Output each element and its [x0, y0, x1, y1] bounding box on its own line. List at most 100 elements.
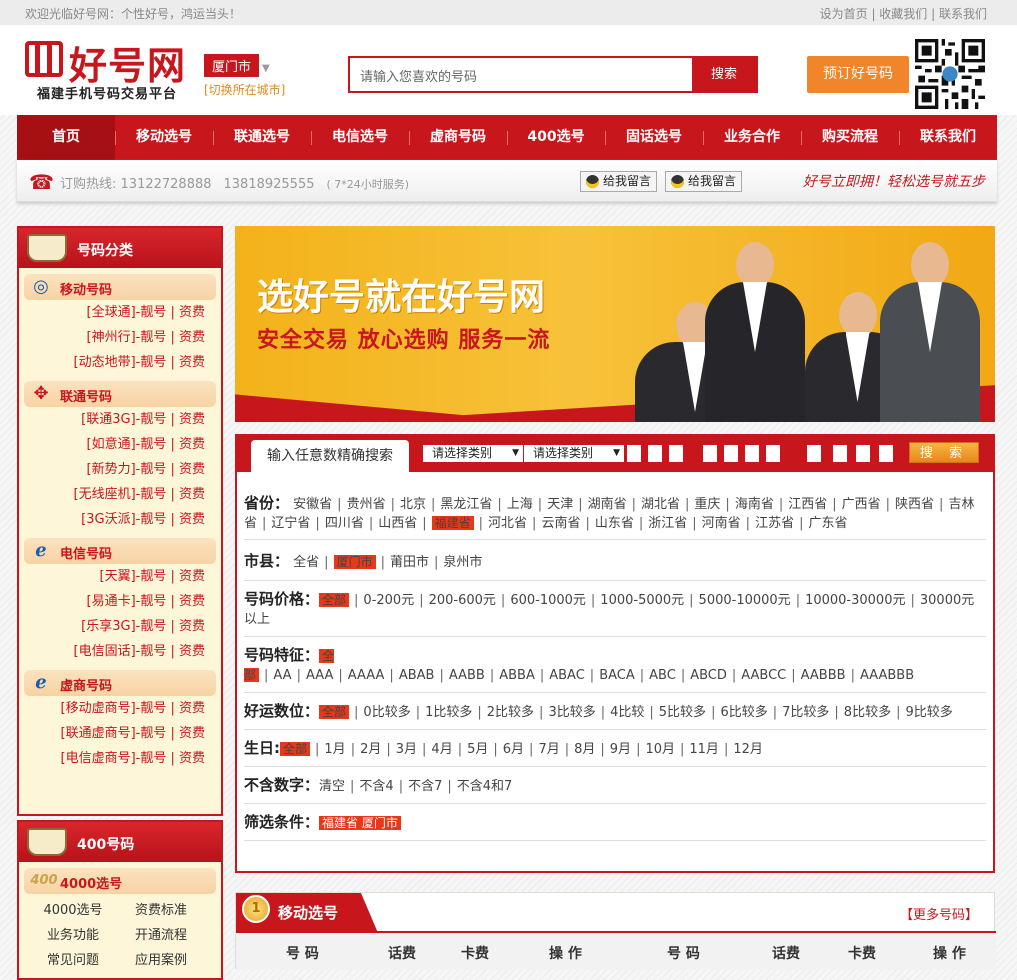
filter-option[interactable]: 黑龙江省 [440, 497, 492, 512]
filter-option[interactable]: 10000-30000元 [805, 593, 905, 608]
filter-option[interactable]: 4月 [431, 742, 452, 757]
set-homepage-link[interactable]: 设为首页 [820, 7, 868, 21]
sidebar-item[interactable]: [联通3G]-靓号 | 资费 [19, 407, 221, 432]
digit-input[interactable] [669, 445, 683, 462]
book-number-button[interactable]: 预订好号码 [807, 56, 909, 93]
filter-option[interactable]: ABCD [690, 668, 727, 683]
filter-option[interactable]: 福建省 [431, 516, 474, 530]
link-tariff[interactable]: 资费标准 [117, 898, 205, 923]
sidebar-item[interactable]: [如意通]-靓号 | 资费 [19, 432, 221, 457]
filter-option[interactable]: 四川省 [325, 516, 364, 531]
filter-option[interactable]: 莆田市 [390, 555, 429, 570]
link-activation[interactable]: 开通流程 [117, 923, 205, 948]
filter-option[interactable]: 8月 [574, 742, 595, 757]
filter-option[interactable]: AAA [306, 668, 333, 683]
digit-input[interactable] [745, 445, 759, 462]
filter-option[interactable]: 广西省 [842, 497, 881, 512]
filter-option[interactable]: 泉州市 [443, 555, 482, 570]
link-cases[interactable]: 应用案例 [117, 948, 205, 973]
filter-option[interactable]: 不含4和7 [457, 779, 513, 794]
filter-option[interactable]: 清空 [319, 779, 345, 794]
filter-option[interactable]: ABAB [399, 668, 435, 683]
filter-option[interactable]: 200-600元 [429, 593, 496, 608]
bookmark-link[interactable]: 收藏我们 [879, 7, 927, 21]
filter-option[interactable]: 广东省 [808, 516, 847, 531]
active-condition[interactable]: 福建省 厦门市 [319, 816, 401, 830]
nav-mobile[interactable]: 移动选号 [115, 115, 213, 160]
digit-input[interactable] [856, 445, 870, 462]
filter-option[interactable]: 2比较多 [487, 705, 534, 720]
filter-option[interactable]: BACA [599, 668, 635, 683]
nav-cooperation[interactable]: 业务合作 [703, 115, 801, 160]
sidebar-item[interactable]: [全球通]-靓号 | 资费 [19, 300, 221, 325]
filter-option[interactable]: 全省 [293, 555, 319, 570]
sidebar-item[interactable]: [无线座机]-靓号 | 资费 [19, 482, 221, 507]
filter-option[interactable]: 6比较多 [720, 705, 767, 720]
filter-option[interactable]: 江西省 [788, 497, 827, 512]
city-button[interactable]: 厦门市 [204, 54, 260, 77]
link-features[interactable]: 业务功能 [29, 923, 117, 948]
digit-input[interactable] [703, 445, 717, 462]
filter-option[interactable]: ABAC [549, 668, 585, 683]
filter-option[interactable]: 湖北省 [641, 497, 680, 512]
filter-option[interactable]: 不含7 [408, 779, 442, 794]
filter-option[interactable]: 8比较多 [844, 705, 891, 720]
filter-option[interactable]: 全部 [319, 705, 350, 719]
filter-option[interactable]: 7比较多 [782, 705, 829, 720]
filter-option[interactable]: 3比较多 [548, 705, 595, 720]
qq-message-button-1[interactable]: 给我留言 [580, 171, 658, 192]
filter-option[interactable]: 贵州省 [347, 497, 386, 512]
filter-option[interactable]: 山东省 [595, 516, 634, 531]
digit-input[interactable] [807, 445, 821, 462]
filter-option[interactable]: 天津 [547, 497, 573, 512]
nav-telecom[interactable]: 电信选号 [311, 115, 409, 160]
search-input[interactable]: 请输入您喜欢的号码 [360, 66, 477, 85]
sidebar-item[interactable]: [神州行]-靓号 | 资费 [19, 325, 221, 350]
filter-option[interactable]: AABBB [801, 668, 846, 683]
nav-400[interactable]: 400选号 [507, 115, 605, 160]
filter-option[interactable]: 1比较多 [425, 705, 472, 720]
sidebar-item[interactable]: [移动虚商号]-靓号 | 资费 [19, 696, 221, 721]
tab-exact-search[interactable]: 输入任意数精确搜索 [251, 440, 409, 474]
filter-option[interactable]: 9月 [610, 742, 631, 757]
more-numbers-link[interactable]: 【更多号码】 [900, 904, 978, 923]
site-logo[interactable]: 好号网 福建手机号码交易平台 [25, 39, 195, 102]
sidebar-item[interactable]: [天翼]-靓号 | 资费 [19, 564, 221, 589]
filter-option[interactable]: 云南省 [541, 516, 580, 531]
filter-option[interactable]: 0-200元 [363, 593, 414, 608]
sidebar-item[interactable]: [动态地带]-靓号 | 资费 [19, 350, 221, 375]
filter-option[interactable]: AAAA [348, 668, 385, 683]
filter-search-button[interactable]: 搜 索 [909, 442, 979, 463]
filter-option[interactable]: AA [273, 668, 291, 683]
sidebar-item[interactable]: [电信固话]-靓号 | 资费 [19, 639, 221, 664]
filter-option[interactable]: 600-1000元 [510, 593, 586, 608]
filter-option[interactable]: 2月 [360, 742, 381, 757]
filter-option[interactable]: 1000-5000元 [600, 593, 684, 608]
contact-link[interactable]: 联系我们 [939, 7, 987, 21]
filter-option[interactable]: 10月 [645, 742, 675, 757]
digit-input[interactable] [879, 445, 893, 462]
digit-input[interactable] [833, 445, 847, 462]
sidebar-item[interactable]: [乐享3G]-靓号 | 资费 [19, 614, 221, 639]
filter-option[interactable]: 重庆 [694, 497, 720, 512]
nav-virtual[interactable]: 虚商号码 [409, 115, 507, 160]
link-faq[interactable]: 常见问题 [29, 948, 117, 973]
filter-option[interactable]: 5000-10000元 [699, 593, 791, 608]
filter-option[interactable]: ABBA [499, 668, 535, 683]
nav-unicom[interactable]: 联通选号 [213, 115, 311, 160]
filter-option[interactable]: 浙江省 [648, 516, 687, 531]
link-4000-select[interactable]: 4000选号 [29, 898, 117, 923]
nav-purchase-flow[interactable]: 购买流程 [801, 115, 899, 160]
filter-option[interactable]: 上海 [507, 497, 533, 512]
sidebar-item[interactable]: [联通虚商号]-靓号 | 资费 [19, 721, 221, 746]
filter-option[interactable]: 厦门市 [333, 555, 376, 569]
category-select-2[interactable]: 请选择类别 [524, 445, 624, 462]
category-4000[interactable]: 400 4000选号 [24, 868, 216, 894]
filter-option[interactable]: 河南省 [702, 516, 741, 531]
category-select-1[interactable]: 请选择类别 [423, 445, 523, 462]
filter-option[interactable]: 湖南省 [588, 497, 627, 512]
digit-input[interactable] [627, 445, 641, 462]
digit-input[interactable] [766, 445, 780, 462]
filter-option[interactable]: ABC [649, 668, 676, 683]
nav-landline[interactable]: 固话选号 [605, 115, 703, 160]
